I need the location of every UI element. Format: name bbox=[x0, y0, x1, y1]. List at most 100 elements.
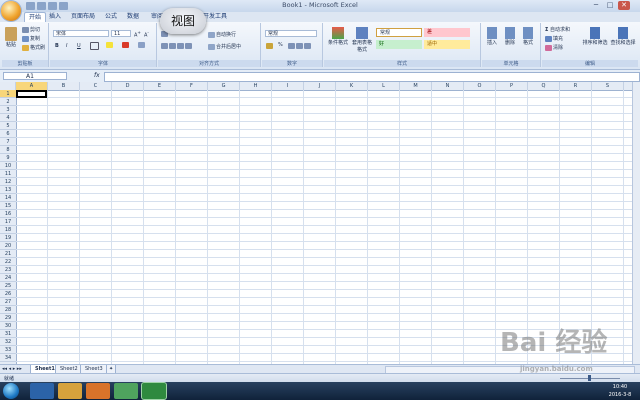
row-header-1[interactable]: 1 bbox=[0, 90, 16, 98]
sheet-nav-icon[interactable]: ◂◂ ◂ ▸ ▸▸ bbox=[2, 366, 22, 372]
tab-insert[interactable]: 插入 bbox=[46, 12, 64, 22]
system-tray[interactable] bbox=[510, 386, 600, 396]
fill-color-icon[interactable] bbox=[106, 42, 114, 49]
cut-button[interactable]: 剪切 bbox=[22, 26, 40, 33]
tab-page-layout[interactable]: 页面布局 bbox=[68, 12, 98, 22]
select-all-corner[interactable] bbox=[0, 82, 16, 90]
row-header-4[interactable]: 4 bbox=[0, 114, 16, 122]
column-header-f[interactable]: F bbox=[176, 82, 208, 90]
underline-button[interactable]: U bbox=[77, 43, 81, 49]
app-icon[interactable] bbox=[114, 383, 138, 399]
column-header-a[interactable]: A bbox=[16, 82, 48, 90]
column-header-d[interactable]: D bbox=[112, 82, 144, 90]
border-icon[interactable] bbox=[90, 42, 100, 50]
row-header-7[interactable]: 7 bbox=[0, 138, 16, 146]
merge-center-button[interactable]: 合并后居中 bbox=[208, 43, 241, 50]
column-header-q[interactable]: Q bbox=[528, 82, 560, 90]
wrap-text-button[interactable]: 自动换行 bbox=[208, 31, 236, 38]
row-header-11[interactable]: 11 bbox=[0, 170, 16, 178]
column-header-l[interactable]: L bbox=[368, 82, 400, 90]
save-icon[interactable] bbox=[26, 2, 35, 10]
row-header-5[interactable]: 5 bbox=[0, 122, 16, 130]
row-header-14[interactable]: 14 bbox=[0, 194, 16, 202]
undo-icon[interactable] bbox=[37, 2, 46, 10]
paste-button[interactable]: 粘贴 bbox=[4, 27, 18, 48]
media-player-icon[interactable] bbox=[86, 383, 110, 399]
row-header-10[interactable]: 10 bbox=[0, 162, 16, 170]
vertical-scrollbar[interactable] bbox=[632, 82, 640, 364]
column-header-p[interactable]: P bbox=[496, 82, 528, 90]
column-header-c[interactable]: C bbox=[80, 82, 112, 90]
font-name-combo[interactable]: 宋体 bbox=[53, 30, 109, 37]
row-header-32[interactable]: 32 bbox=[0, 338, 16, 346]
fill-button[interactable]: 填充 bbox=[545, 35, 563, 42]
ie-icon[interactable] bbox=[30, 383, 54, 399]
column-header-k[interactable]: K bbox=[336, 82, 368, 90]
phonetic-icon[interactable] bbox=[138, 42, 146, 49]
row-header-22[interactable]: 22 bbox=[0, 258, 16, 266]
column-header-n[interactable]: N bbox=[432, 82, 464, 90]
percent-button[interactable]: % bbox=[278, 42, 283, 48]
column-header-i[interactable]: I bbox=[272, 82, 304, 90]
office-button[interactable] bbox=[1, 1, 21, 21]
row-header-13[interactable]: 13 bbox=[0, 186, 16, 194]
row-header-34[interactable]: 34 bbox=[0, 354, 16, 362]
align-left-icon[interactable] bbox=[161, 43, 193, 50]
font-size-combo[interactable]: 11 bbox=[111, 30, 131, 37]
column-header-h[interactable]: H bbox=[240, 82, 272, 90]
close-button[interactable]: ✕ bbox=[618, 1, 630, 10]
minimize-button[interactable]: ─ bbox=[590, 1, 602, 10]
comma-icon[interactable] bbox=[288, 43, 312, 50]
active-cell-a1[interactable] bbox=[16, 90, 47, 98]
explorer-icon[interactable] bbox=[58, 383, 82, 399]
column-header-j[interactable]: J bbox=[304, 82, 336, 90]
shrink-font-icon[interactable]: A- bbox=[144, 30, 149, 39]
number-format-combo[interactable]: 常规 bbox=[265, 30, 317, 37]
row-header-27[interactable]: 27 bbox=[0, 298, 16, 306]
row-header-25[interactable]: 25 bbox=[0, 282, 16, 290]
currency-icon[interactable] bbox=[266, 43, 274, 50]
row-header-9[interactable]: 9 bbox=[0, 154, 16, 162]
formula-input[interactable] bbox=[104, 72, 640, 82]
row-header-8[interactable]: 8 bbox=[0, 146, 16, 154]
bold-button[interactable]: B bbox=[55, 43, 59, 49]
italic-button[interactable]: I bbox=[66, 43, 67, 49]
row-header-23[interactable]: 23 bbox=[0, 266, 16, 274]
style-neutral[interactable]: 适中 bbox=[424, 40, 470, 49]
insert-button[interactable]: 插入 bbox=[485, 27, 499, 46]
row-header-31[interactable]: 31 bbox=[0, 330, 16, 338]
row-header-21[interactable]: 21 bbox=[0, 250, 16, 258]
name-box[interactable]: A1 bbox=[3, 72, 67, 80]
column-header-m[interactable]: M bbox=[400, 82, 432, 90]
row-header-28[interactable]: 28 bbox=[0, 306, 16, 314]
column-header-r[interactable]: R bbox=[560, 82, 592, 90]
row-header-24[interactable]: 24 bbox=[0, 274, 16, 282]
row-header-29[interactable]: 29 bbox=[0, 314, 16, 322]
style-good[interactable]: 好 bbox=[376, 40, 422, 49]
style-bad[interactable]: 差 bbox=[424, 28, 470, 37]
row-header-15[interactable]: 15 bbox=[0, 202, 16, 210]
row-header-12[interactable]: 12 bbox=[0, 178, 16, 186]
zoom-slider[interactable] bbox=[500, 375, 630, 381]
customize-icon[interactable] bbox=[59, 2, 68, 10]
copy-button[interactable]: 复制 bbox=[22, 35, 40, 42]
row-header-19[interactable]: 19 bbox=[0, 234, 16, 242]
column-header-o[interactable]: O bbox=[464, 82, 496, 90]
row-header-2[interactable]: 2 bbox=[0, 98, 16, 106]
column-header-b[interactable]: B bbox=[48, 82, 80, 90]
format-as-table-button[interactable]: 套用表格格式 bbox=[350, 27, 374, 53]
tab-data[interactable]: 数据 bbox=[124, 12, 142, 22]
row-header-33[interactable]: 33 bbox=[0, 346, 16, 354]
column-header-e[interactable]: E bbox=[144, 82, 176, 90]
row-header-26[interactable]: 26 bbox=[0, 290, 16, 298]
conditional-format-button[interactable]: 条件格式 bbox=[327, 27, 349, 46]
row-header-17[interactable]: 17 bbox=[0, 218, 16, 226]
column-header-s[interactable]: S bbox=[592, 82, 624, 90]
format-painter-button[interactable]: 格式刷 bbox=[22, 44, 45, 51]
sort-filter-button[interactable]: 排序和筛选 bbox=[582, 27, 608, 46]
insert-function-button[interactable]: fx bbox=[94, 72, 100, 79]
row-header-6[interactable]: 6 bbox=[0, 130, 16, 138]
clear-button[interactable]: 清除 bbox=[545, 44, 563, 51]
clock[interactable]: 10:40 2016-3-8 bbox=[604, 383, 636, 399]
autosum-button[interactable]: Σ 自动求和 bbox=[545, 26, 570, 33]
